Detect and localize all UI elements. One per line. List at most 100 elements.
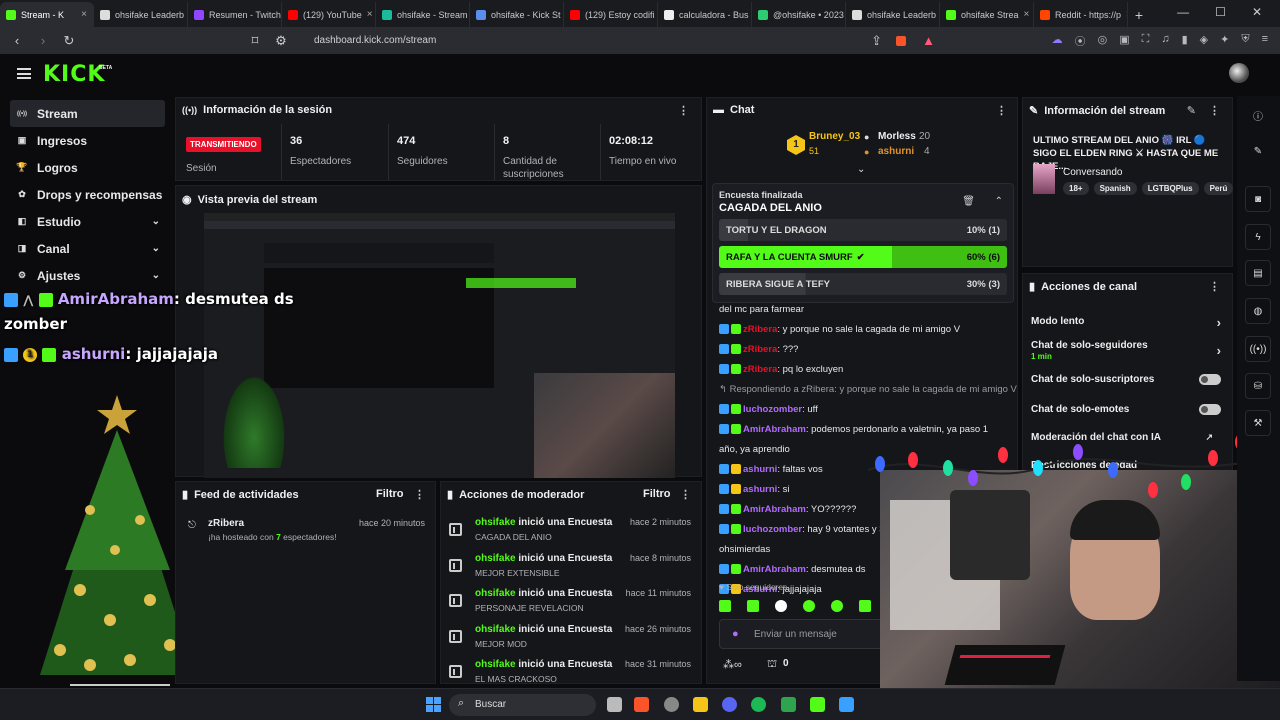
browser-tab[interactable]: ohsifake Leaderb× [846,2,940,27]
file-explorer-icon[interactable] [693,697,708,712]
category-name[interactable]: Conversando [1063,167,1122,178]
browser-tab[interactable]: calculadora - Bus× [658,2,752,27]
feed-menu-icon[interactable]: ⋮ [414,488,425,501]
extension-icon[interactable]: ▣ [1119,33,1129,49]
chevron-right-icon[interactable]: › [1217,315,1221,330]
sidebar-item-canal[interactable]: ◨ Canal ⌄ [0,235,172,262]
emote-icon[interactable] [747,600,759,612]
rewards-icon[interactable]: ▲ [922,33,936,48]
share-icon[interactable]: ⇪ [870,33,884,49]
toggle-switch[interactable] [1199,374,1221,385]
chat-username[interactable]: luchozomber [743,524,802,535]
sidebar-icon[interactable]: ▮ [1182,33,1188,49]
extension-icon[interactable]: ⛶ [1142,33,1150,49]
close-tab-icon[interactable]: × [367,9,373,20]
chat-menu-icon[interactable]: ⋮ [996,104,1007,117]
sidebar-item-ajustes[interactable]: ⚙ Ajustes ⌄ [0,262,172,289]
hamburger-icon[interactable] [17,68,31,79]
channel-action-row[interactable]: Chat de solo-suscriptores [1031,374,1221,385]
app-icon[interactable] [781,697,796,712]
extension-icon[interactable]: ◎ [1098,33,1108,49]
chat-username[interactable]: AmirAbraham [743,424,806,435]
chat-username[interactable]: zRibera [743,324,777,335]
toggle-switch[interactable] [1199,404,1221,415]
sidebar-item-estudio[interactable]: ◧ Estudio ⌄ [0,208,172,235]
close-tab-icon[interactable]: × [81,9,87,20]
extension-icon[interactable]: ♫ [1161,33,1169,49]
chat-bubble-icon[interactable]: ◍ [1245,298,1271,324]
feed-filter-button[interactable]: Filtro [376,488,404,500]
browser-tab[interactable]: (129) YouTube × [282,2,376,27]
mod-action-user[interactable]: ohsifake [475,553,516,564]
emote-picker-icon[interactable]: ● [732,628,739,640]
chat-username[interactable]: zRibera [743,344,777,355]
wrench-icon[interactable]: ⚒ [1245,410,1271,436]
sidebar-item-ingresos[interactable]: ▣ Ingresos [0,127,172,154]
browser-tab[interactable]: (129) Estoy codifi× [564,2,658,27]
chevron-down-icon[interactable]: ⌄ [152,243,160,254]
chat-username[interactable]: ashurni [743,484,777,495]
tag-chip[interactable]: Spanish [1093,182,1137,195]
browser-tab[interactable]: @ohsifake • 2023× [752,2,846,27]
leader-user[interactable]: Bruney_03 [809,131,860,142]
chat-username[interactable]: ashurni [743,464,777,475]
site-settings-icon[interactable]: ⚙ [274,33,288,49]
reload-icon[interactable]: ↻ [62,33,76,49]
kick-logo[interactable]: KICK [43,62,105,87]
mod-action-user[interactable]: ohsifake [475,659,516,670]
session-menu-icon[interactable]: ⋮ [678,104,689,117]
second-user[interactable]: Morless [878,131,916,142]
tag-chip[interactable]: LGTBQPlus [1141,182,1199,195]
extension-icon[interactable]: ◈ [1200,33,1208,49]
channel-action-row[interactable]: Chat de solo-seguidores 1 min › [1031,340,1221,361]
maximize-icon[interactable]: ☐ [1215,5,1226,27]
chevron-down-icon[interactable]: ⌄ [152,216,160,227]
discord-icon[interactable] [722,697,737,712]
mod-filter-button[interactable]: Filtro [643,488,671,500]
sidebar-item-logros[interactable]: 🏆 Logros [0,154,172,181]
forward-icon[interactable]: › [36,33,50,48]
mod-tools-icon[interactable]: ⛁ [1245,373,1271,399]
points-icon[interactable]: ⁂∞ [723,658,742,671]
browser-tab[interactable]: ohsifake - Kick St× [470,2,564,27]
browser-tab[interactable]: ohsifake Strea × [940,2,1034,27]
brave-icon[interactable] [634,697,649,712]
collapse-icon[interactable]: ⌃ [995,196,1003,207]
channel-action-row[interactable]: Modo lento › [1031,315,1221,330]
chevron-right-icon[interactable]: › [1217,343,1221,358]
close-window-icon[interactable]: ✕ [1252,5,1262,27]
app-icon[interactable] [664,697,679,712]
expand-leaderboard-icon[interactable]: ⌄ [857,164,865,175]
extension-icon[interactable]: ⦿ [1075,33,1086,49]
minimize-icon[interactable]: — [1177,5,1189,27]
browser-tab[interactable]: ohsifake - Stream× [376,2,470,27]
mod-action-user[interactable]: ohsifake [475,588,516,599]
edit-icon[interactable]: ✎ [1187,104,1196,117]
sidebar-item-stream[interactable]: ((•)) Stream [10,100,165,127]
notepad-icon[interactable] [839,697,854,712]
url-field[interactable]: dashboard.kick.com/stream [314,35,858,46]
delete-icon[interactable]: 🗑 [962,196,975,207]
brave-shield-icon[interactable] [895,35,906,46]
lightning-icon[interactable]: ϟ [1245,224,1271,250]
edit-icon[interactable]: ✎ [1245,138,1271,164]
emote-icon[interactable] [775,600,787,612]
info-icon[interactable]: ⓘ [1245,102,1271,128]
chat-username[interactable]: zRibera [743,364,777,375]
chat-username[interactable]: AmirAbraham [743,504,806,515]
stream-preview-video[interactable] [204,213,675,478]
browser-tab[interactable]: ohsifake Leaderb× [94,2,188,27]
browser-tab[interactable]: Reddit - https://p× [1034,2,1128,27]
mod-action-user[interactable]: ohsifake [475,517,516,528]
emote-icon[interactable] [803,600,815,612]
windows-start-icon[interactable] [426,697,441,712]
new-tab-button[interactable]: + [1128,2,1150,27]
chevron-down-icon[interactable]: ⌄ [152,270,160,281]
mod-action-user[interactable]: ohsifake [475,624,516,635]
chat-username[interactable]: AmirAbraham [743,564,806,575]
spotify-icon[interactable] [751,697,766,712]
document-icon[interactable]: ▤ [1245,260,1271,286]
close-tab-icon[interactable]: × [1024,9,1030,20]
emote-icon[interactable] [719,600,731,612]
chat-input[interactable]: ● Enviar un mensaje [719,619,889,649]
